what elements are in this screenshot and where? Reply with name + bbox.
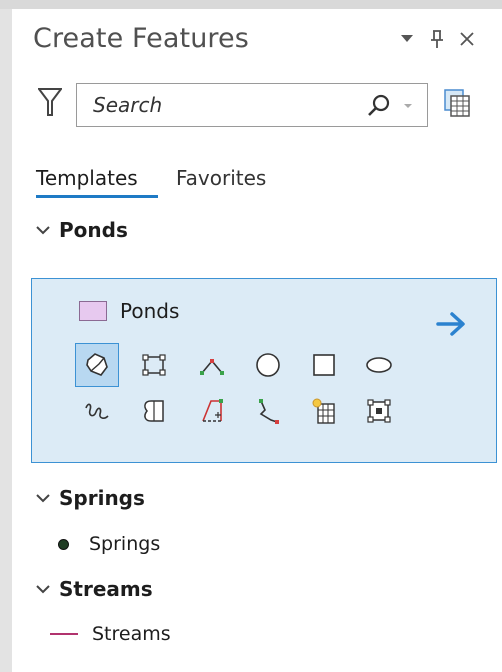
tool-trace[interactable] [246, 389, 290, 433]
pane-options-button[interactable] [392, 24, 422, 54]
active-tab-indicator [36, 195, 158, 198]
tool-circle[interactable] [246, 343, 290, 387]
search-options-button[interactable] [401, 98, 415, 112]
line-vertex-icon [200, 359, 224, 375]
create-features-pane: Create Features Search Templates Favorit… [12, 9, 502, 672]
polygon-icon [142, 354, 166, 376]
tool-rectangle[interactable] [302, 343, 346, 387]
filter-button[interactable] [32, 84, 68, 120]
ellipse-icon [366, 357, 392, 373]
triangle-down-icon [401, 35, 413, 42]
tool-reshape[interactable] [357, 389, 401, 433]
polygon-swatch-icon [79, 301, 107, 321]
close-icon [460, 32, 474, 46]
manage-templates-button[interactable] [440, 86, 474, 120]
pin-button[interactable] [422, 24, 452, 54]
freehand-icon [85, 403, 109, 419]
pane-controls [392, 24, 482, 54]
reshape-icon [367, 399, 391, 423]
tab-favorites[interactable]: Favorites [176, 166, 266, 190]
tool-right-angle[interactable] [190, 389, 234, 433]
group-label-ponds: Ponds [59, 218, 128, 242]
rectangle-icon [313, 354, 335, 376]
chevron-down-icon [36, 226, 50, 235]
pane-title: Create Features [33, 23, 249, 54]
tool-freehand[interactable] [75, 389, 119, 433]
tab-templates[interactable]: Templates [36, 166, 138, 190]
template-label-springs: Springs [89, 533, 161, 555]
group-header-springs[interactable]: Springs [35, 483, 145, 513]
tool-line-segment[interactable] [190, 343, 234, 387]
right-angle-polygon-icon [202, 399, 223, 422]
autocomplete-polygon-icon [86, 353, 108, 376]
point-symbol-icon [58, 538, 69, 550]
template-streams[interactable]: Streams [50, 621, 171, 647]
chevron-down-icon [36, 585, 50, 594]
group-header-ponds[interactable]: Ponds [35, 215, 128, 245]
chevron-down-icon [404, 104, 412, 108]
chevron-down-icon [36, 494, 50, 503]
tool-polygon[interactable] [132, 343, 176, 387]
group-label-springs: Springs [59, 486, 145, 510]
split-polygon-icon [312, 398, 335, 424]
autocomplete-freehand-icon [144, 400, 164, 422]
search-input[interactable] [93, 92, 333, 118]
tool-ellipse[interactable] [357, 343, 401, 387]
group-header-streams[interactable]: Streams [35, 574, 153, 604]
pin-icon [431, 30, 443, 48]
close-button[interactable] [452, 24, 482, 54]
template-springs[interactable]: Springs [56, 531, 160, 557]
left-dock-strip [0, 9, 12, 672]
line-symbol-icon [50, 633, 78, 635]
template-label-streams: Streams [92, 623, 171, 645]
tool-autocomplete-polygon[interactable] [75, 343, 119, 387]
search-button[interactable] [365, 92, 393, 120]
trace-icon [259, 399, 279, 424]
group-label-streams: Streams [59, 577, 153, 601]
top-strip [0, 0, 502, 9]
search-box [76, 83, 428, 127]
template-label-ponds: Ponds [120, 299, 180, 323]
circle-icon [256, 353, 280, 377]
template-ponds[interactable]: Ponds [31, 278, 497, 463]
tool-autocomplete-freehand[interactable] [132, 389, 176, 433]
filter-icon [38, 88, 62, 116]
arrow-right-icon [436, 312, 465, 336]
table-view-icon [444, 89, 470, 117]
search-icon [368, 94, 390, 116]
active-template-arrow-button[interactable] [434, 309, 470, 339]
tool-split[interactable] [302, 389, 346, 433]
